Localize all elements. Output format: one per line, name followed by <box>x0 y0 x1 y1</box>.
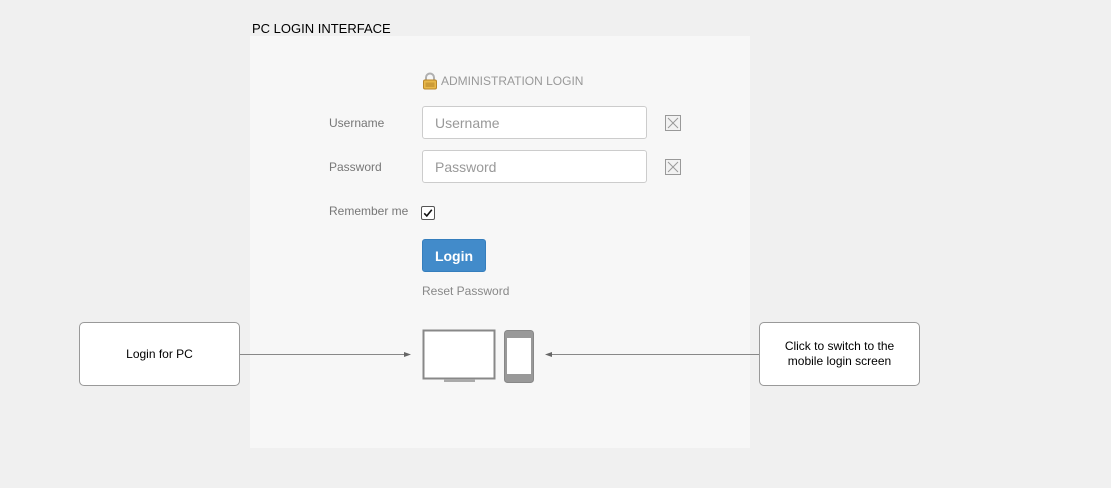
checkmark-icon <box>423 209 433 218</box>
password-label: Password <box>329 160 382 174</box>
pc-login-note-text: Login for PC <box>126 346 193 361</box>
password-clear-icon[interactable] <box>665 159 681 175</box>
mobile-switch-note-text: Click to switch to the mobile login scre… <box>784 339 895 368</box>
remember-me-checkbox[interactable] <box>421 206 435 220</box>
login-button[interactable]: Login <box>422 239 486 272</box>
form-heading: ADMINISTRATION LOGIN <box>422 72 583 90</box>
page-title: PC LOGIN INTERFACE <box>252 21 391 36</box>
remember-me-label: Remember me <box>329 204 409 218</box>
reset-password-link[interactable]: Reset Password <box>422 284 509 298</box>
monitor-icon[interactable] <box>422 329 498 384</box>
pc-login-note: Login for PC <box>79 322 240 386</box>
password-input[interactable] <box>422 150 647 183</box>
mobile-switch-note: Click to switch to the mobile login scre… <box>759 322 920 386</box>
form-heading-text: ADMINISTRATION LOGIN <box>441 74 584 88</box>
login-panel <box>250 36 750 448</box>
lock-icon <box>423 72 437 90</box>
username-label: Username <box>329 116 385 130</box>
smartphone-icon[interactable] <box>503 329 535 384</box>
username-input[interactable] <box>422 106 647 139</box>
username-clear-icon[interactable] <box>665 115 681 131</box>
